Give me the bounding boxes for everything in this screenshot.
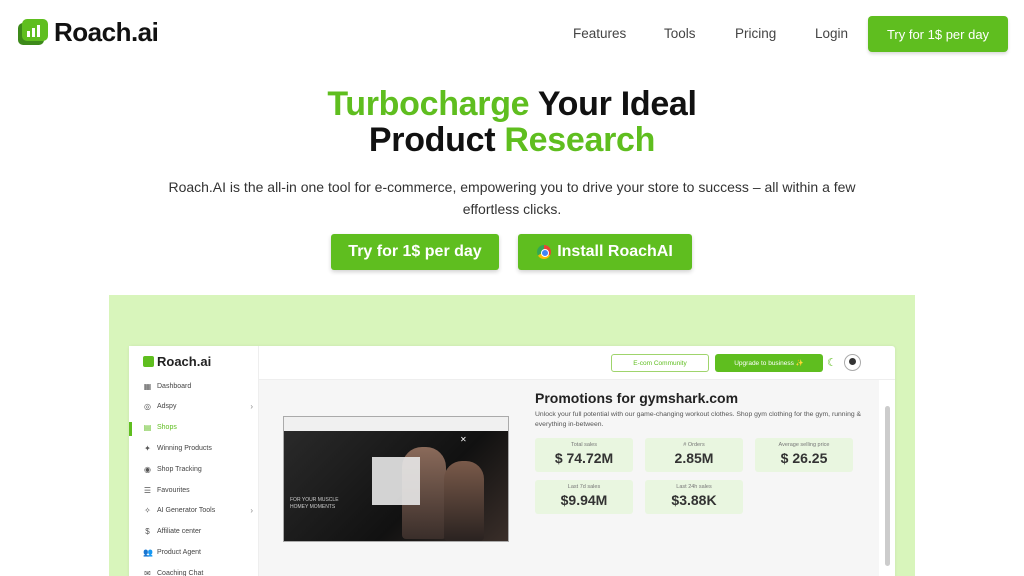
upgrade-button[interactable]: Upgrade to business ✨ — [715, 354, 823, 372]
nav-link-pricing[interactable]: Pricing — [735, 26, 776, 41]
stat-card: Average selling price $ 26.25 — [755, 438, 853, 472]
app-scrollbar[interactable] — [885, 406, 890, 566]
hero-subtitle: Roach.AI is the all-in one tool for e-co… — [168, 179, 856, 217]
stat-label: Average selling price — [778, 442, 830, 448]
brand-logo[interactable]: Roach.ai — [16, 16, 159, 48]
app-logo: Roach.ai — [143, 354, 211, 369]
video-caption: FOR YOUR MUSCLE HOMEY MOMENTS — [290, 497, 339, 510]
ai-icon: ✧ — [144, 506, 151, 516]
app-window: Roach.ai ▦ Dashboard ◎ Adspy › ▤ Shops ✦ Winning… — [129, 346, 895, 576]
sidebar-item-label: Favourites — [157, 486, 190, 494]
grid-icon: ▦ — [143, 381, 152, 391]
stat-label: Last 7d sales — [567, 484, 601, 490]
target-icon: ◉ — [144, 464, 151, 474]
user-avatar-icon[interactable] — [844, 354, 861, 371]
sidebar-item-label: Adspy — [157, 403, 177, 411]
install-roachai-button[interactable]: Install RoachAI — [518, 234, 692, 270]
app-main: FOR YOUR MUSCLE HOMEY MOMENTS ✕ Promotion… — [259, 380, 879, 576]
install-label: Install RoachAI — [557, 243, 673, 260]
chevron-right-icon: › — [250, 402, 253, 412]
chevron-right-icon: › — [250, 506, 253, 516]
sidebar-item-shops[interactable]: ▤ Shops — [143, 422, 253, 434]
top-nav: Roach.ai Features Tools Pricing Login Tr… — [0, 0, 1024, 68]
promo-title: Promotions for gymshark.com — [535, 390, 739, 406]
sidebar-item-label: Coaching Chat — [157, 569, 204, 576]
video-person — [444, 461, 484, 541]
stat-label: # Orders — [683, 442, 705, 448]
stat-label: Last 24h sales — [676, 484, 712, 490]
hero-title-line1: Turbocharge Your Ideal — [0, 86, 1024, 123]
sidebar-item-label: Shop Tracking — [157, 465, 202, 473]
app-logo-icon — [143, 356, 154, 367]
sidebar-item-winning-products[interactable]: ✦ Winning Products — [143, 442, 253, 454]
video-header — [284, 417, 508, 431]
app-preview: Roach.ai ▦ Dashboard ◎ Adspy › ▤ Shops ✦ Winning… — [109, 295, 915, 576]
stat-card: Total sales $ 74.72M — [535, 438, 633, 472]
brand-name: Roach.ai — [54, 16, 159, 47]
users-icon: 👥 — [143, 547, 153, 557]
promo-description: Unlock your full potential with our game… — [535, 411, 862, 428]
moon-icon[interactable]: ☾ — [827, 356, 837, 369]
nav-link-tools[interactable]: Tools — [664, 26, 696, 41]
stat-value: $3.88K — [671, 492, 717, 508]
ecom-community-button[interactable]: E-com Community — [611, 354, 709, 372]
hero-title-text: Your Ideal — [529, 85, 697, 123]
sidebar-item-product-agent[interactable]: 👥 Product Agent — [143, 546, 253, 558]
sidebar-item-label: Dashboard — [157, 382, 192, 390]
hero-try-button[interactable]: Try for 1$ per day — [331, 234, 499, 270]
promo-video-thumbnail[interactable]: FOR YOUR MUSCLE HOMEY MOMENTS ✕ — [283, 416, 509, 542]
hero-title-highlight: Turbocharge — [327, 85, 530, 123]
logo-chart-icon — [16, 16, 50, 48]
list-icon: ☰ — [143, 485, 152, 495]
hero-title-highlight: Research — [504, 121, 656, 159]
stat-card: # Orders 2.85M — [645, 438, 743, 472]
sidebar-item-favourites[interactable]: ☰ Favourites — [143, 484, 253, 496]
sidebar-item-affiliate-center[interactable]: $ Affiliate center — [143, 526, 253, 538]
close-icon[interactable]: ✕ — [460, 435, 467, 444]
sidebar-item-dashboard[interactable]: ▦ Dashboard — [143, 380, 253, 392]
sparkle-icon: ✦ — [144, 443, 151, 453]
chat-icon: ✉ — [144, 568, 151, 576]
sidebar-item-label: Product Agent — [157, 548, 201, 556]
stat-value: $ 26.25 — [780, 450, 828, 466]
shop-icon: ▤ — [143, 423, 152, 433]
hero-title-line2: Product Research — [0, 122, 1024, 159]
app-sidebar: Roach.ai ▦ Dashboard ◎ Adspy › ▤ Shops ✦ Winning… — [129, 346, 259, 576]
sidebar-item-label: AI Generator Tools — [157, 507, 216, 515]
nav-link-features[interactable]: Features — [573, 26, 626, 41]
stat-value: $ 74.72M — [554, 450, 614, 466]
app-topbar: E-com Community Upgrade to business ✨ ☾ — [259, 346, 895, 380]
video-overlay-modal — [372, 457, 420, 505]
nav-link-login[interactable]: Login — [815, 26, 848, 41]
stat-card: Last 7d sales $9.94M — [535, 480, 633, 514]
hero-title-text: Product — [368, 121, 505, 159]
sidebar-item-label: Shops — [157, 424, 177, 432]
stat-value: $9.94M — [560, 492, 608, 508]
app-logo-text: Roach.ai — [157, 354, 212, 369]
sidebar-item-ai-generator-tools[interactable]: ✧ AI Generator Tools › — [143, 505, 253, 517]
sidebar-item-shop-tracking[interactable]: ◉ Shop Tracking — [143, 463, 253, 475]
sidebar-item-label: Affiliate center — [157, 528, 202, 536]
sidebar-item-label: Winning Products — [157, 444, 212, 452]
hero-try-label: Try for 1$ per day — [348, 243, 482, 260]
dollar-icon: $ — [145, 527, 150, 537]
sidebar-active-indicator — [129, 422, 132, 436]
sidebar-item-adspy[interactable]: ◎ Adspy › — [143, 401, 253, 413]
nav-try-button[interactable]: Try for 1$ per day — [868, 16, 1008, 52]
stat-label: Total sales — [571, 442, 597, 448]
chrome-icon — [537, 245, 552, 259]
stat-card: Last 24h sales $3.88K — [645, 480, 743, 514]
stat-value: 2.85M — [674, 450, 714, 466]
sidebar-item-coaching-chat[interactable]: ✉ Coaching Chat — [143, 567, 253, 576]
eye-icon: ◎ — [144, 402, 151, 412]
